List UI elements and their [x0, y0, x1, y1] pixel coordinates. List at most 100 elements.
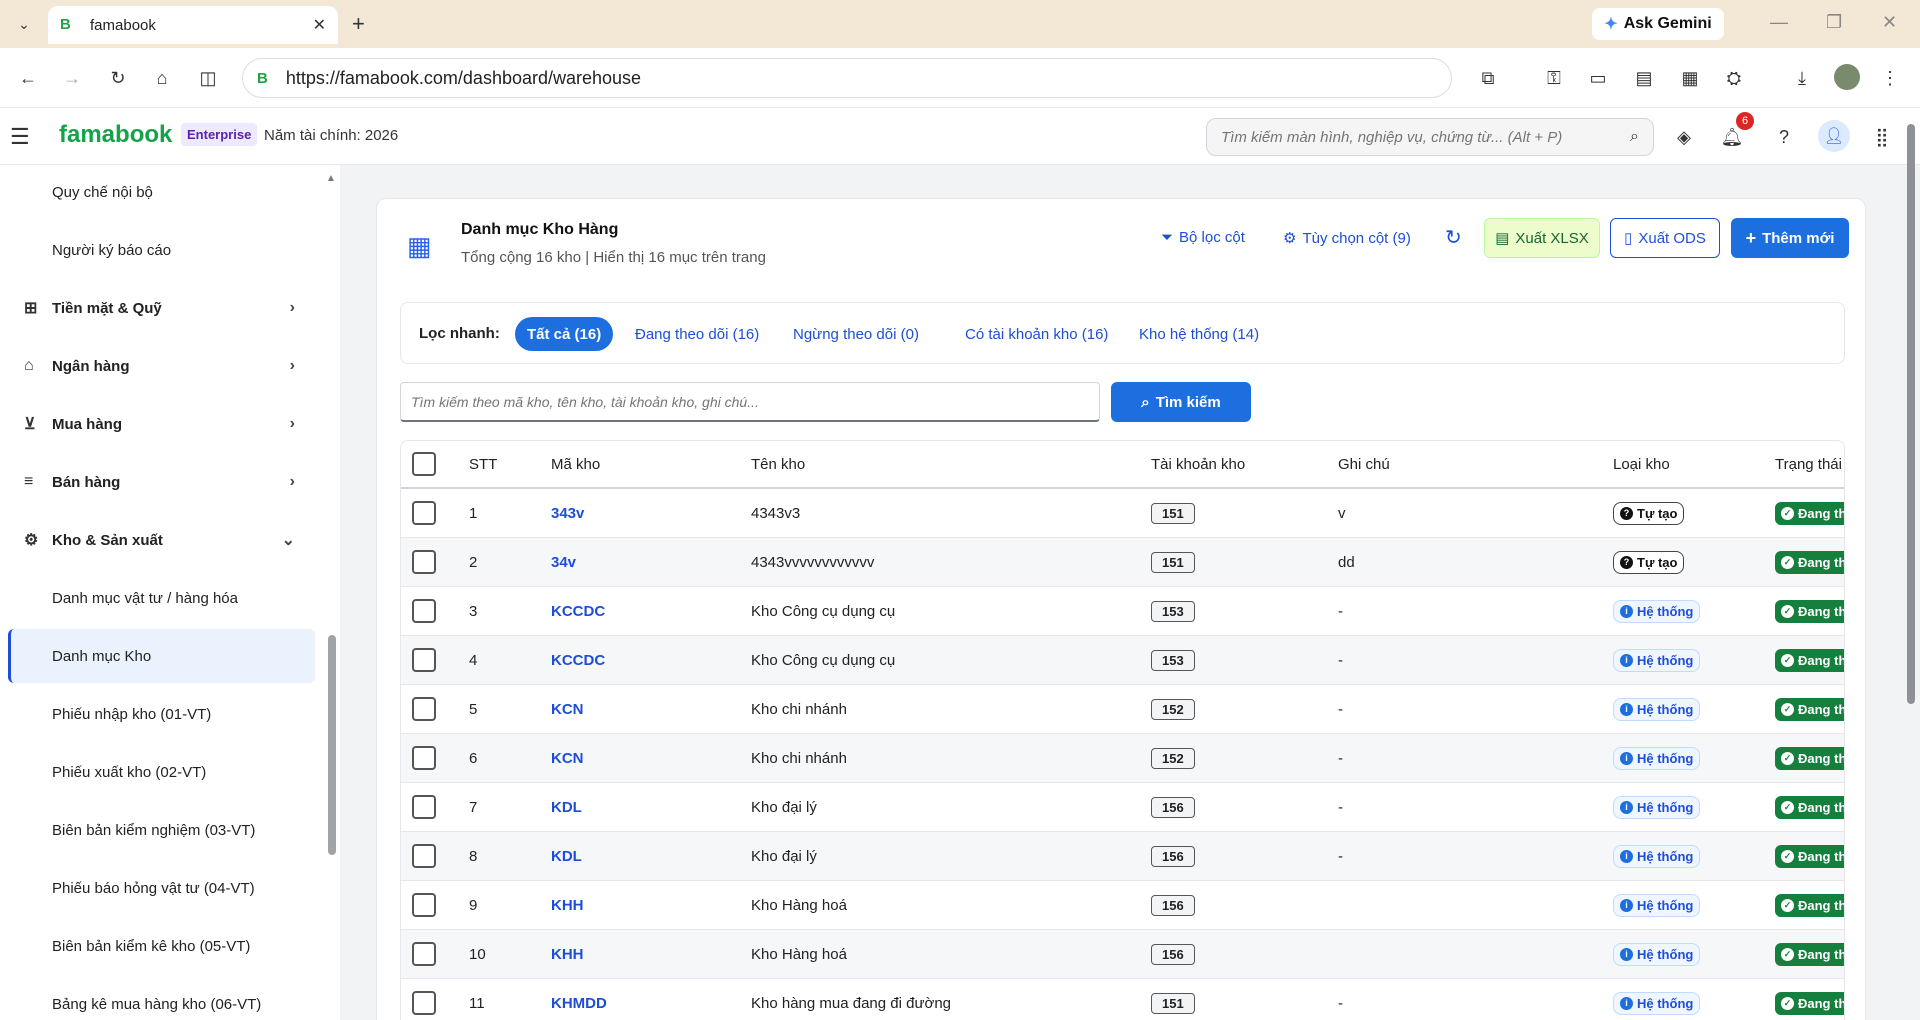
sidebar-item-purchase-list[interactable]: Bảng kê mua hàng kho (06-VT) [8, 977, 315, 1020]
header-account[interactable]: Tài khoản kho [1151, 441, 1245, 487]
cell-code-link[interactable]: KCCDC [551, 587, 605, 635]
search-icon[interactable]: ⌕ [1630, 128, 1639, 146]
table-row[interactable]: 9 KHH Kho Hàng hoá 156 i Hệ thống ✓ Đang t… [401, 881, 1844, 930]
cell-code-link[interactable]: KCCDC [551, 636, 605, 684]
header-stt[interactable]: STT [469, 441, 497, 487]
payment-icon[interactable]: ▭ [1584, 64, 1612, 92]
filter-chip-tracking[interactable]: Đang theo dõi (16) [623, 317, 771, 351]
minimize-icon[interactable]: — [1770, 12, 1788, 33]
table-row[interactable]: 5 KCN Kho chi nhánh 152 - i Hệ thống ✓ Đan… [401, 685, 1844, 734]
maximize-icon[interactable]: ❐ [1826, 12, 1842, 33]
page-scrollbar-thumb[interactable] [1907, 124, 1915, 704]
filter-chip-all[interactable]: Tất cả (16) [515, 317, 614, 351]
close-tab-icon[interactable]: ✕ [313, 15, 326, 35]
apps-grid-icon[interactable]: ⣿ [1870, 125, 1894, 149]
browser-menu-icon[interactable]: ⋮ [1876, 64, 1904, 92]
table-row[interactable]: 2 34v 4343vvvvvvvvvvvv 151 dd ? Tự tạo ✓ Đ… [401, 538, 1844, 587]
sidebar-item-inspection[interactable]: Biên bản kiểm nghiệm (03-VT) [8, 803, 315, 857]
table-row[interactable]: 10 KHH Kho Hàng hoá 156 i Hệ thống ✓ Đang … [401, 930, 1844, 979]
sidebar-scrollbar[interactable] [328, 635, 336, 855]
incognito-icon[interactable]: ⛭ [1720, 64, 1748, 92]
back-icon[interactable]: ← [12, 62, 44, 94]
reload-icon[interactable]: ↻ [102, 62, 134, 94]
download-icon[interactable]: ⤓ [1788, 64, 1816, 92]
row-checkbox[interactable] [412, 501, 436, 525]
export-xlsx-button[interactable]: ▤ Xuất XLSX [1484, 218, 1600, 258]
filter-chip-has-account[interactable]: Có tài khoản kho (16) [953, 317, 1120, 351]
table-row[interactable]: 4 KCCDC Kho Công cụ dụng cụ 153 - i Hệ th… [401, 636, 1844, 685]
sidebar-item-internal-rules[interactable]: Quy chế nội bộ [8, 165, 315, 219]
select-all-checkbox[interactable] [412, 452, 436, 476]
browser-profile-avatar[interactable] [1834, 64, 1860, 90]
row-checkbox[interactable] [412, 697, 436, 721]
page-scrollbar[interactable] [1904, 110, 1918, 1020]
warehouse-search-input[interactable] [400, 382, 1100, 422]
sidebar-item-goods-receipt[interactable]: Phiếu nhập kho (01-VT) [8, 687, 315, 741]
add-new-button[interactable]: + Thêm mới [1731, 218, 1849, 258]
global-search-input[interactable] [1221, 128, 1631, 146]
header-code[interactable]: Mã kho [551, 441, 600, 487]
fiscal-year[interactable]: Năm tài chính: 2026 [264, 127, 398, 144]
sidebar-item-cash[interactable]: ⊞ Tiền mặt & Quỹ › [8, 281, 315, 335]
sidebar-item-damage-report[interactable]: Phiếu báo hỏng vật tư (04-VT) [8, 861, 315, 915]
browser-tab[interactable]: B famabook ✕ [48, 6, 338, 44]
cell-code-link[interactable]: 34v [551, 538, 576, 586]
row-checkbox[interactable] [412, 648, 436, 672]
table-row[interactable]: 7 KDL Kho đại lý 156 - i Hệ thống ✓ Đang t… [401, 783, 1844, 832]
row-checkbox[interactable] [412, 991, 436, 1015]
help-icon[interactable]: ? [1772, 125, 1796, 149]
header-type[interactable]: Loại kho [1613, 441, 1670, 487]
refresh-icon[interactable]: ↻ [1445, 225, 1462, 250]
app-logo[interactable]: famabook [59, 121, 172, 149]
cell-code-link[interactable]: KHH [551, 930, 584, 978]
extensions-icon[interactable]: ⧉ [1474, 64, 1502, 92]
site-info-icon[interactable]: B [257, 70, 268, 87]
table-row[interactable]: 6 KCN Kho chi nhánh 152 - i Hệ thống ✓ Đan… [401, 734, 1844, 783]
filter-chip-system[interactable]: Kho hệ thống (14) [1127, 317, 1271, 351]
column-filter-button[interactable]: ⏷ Bộ lọc cột [1161, 229, 1245, 246]
row-checkbox[interactable] [412, 746, 436, 770]
header-status[interactable]: Trạng thái [1775, 441, 1842, 487]
tab-search-button[interactable]: ⌄ [8, 8, 40, 40]
close-window-icon[interactable]: ✕ [1882, 12, 1897, 33]
row-checkbox[interactable] [412, 550, 436, 574]
column-options-button[interactable]: ⚙ Tùy chọn cột (9) [1283, 229, 1411, 248]
row-checkbox[interactable] [412, 844, 436, 868]
cell-code-link[interactable]: KCN [551, 685, 584, 733]
scroll-up-icon[interactable]: ▲ [326, 173, 336, 184]
forward-icon[interactable]: → [56, 62, 88, 94]
table-row[interactable]: 1 343v 4343v3 151 v ? Tự tạo ✓ Đang th [401, 489, 1844, 538]
sidebar-item-stocktake[interactable]: Biên bản kiểm kê kho (05-VT) [8, 919, 315, 973]
cell-code-link[interactable]: 343v [551, 489, 584, 537]
table-row[interactable]: 11 KHMDD Kho hàng mua đang đi đường 151 … [401, 979, 1844, 1020]
sidebar-item-report-signer[interactable]: Người ký báo cáo [8, 223, 315, 277]
passwords-icon[interactable]: ⚿ [1540, 64, 1568, 92]
cell-code-link[interactable]: KHH [551, 881, 584, 929]
menu-toggle-icon[interactable]: ☰ [10, 124, 30, 150]
filter-chip-stopped[interactable]: Ngừng theo dõi (0) [781, 317, 931, 351]
cell-code-link[interactable]: KHMDD [551, 979, 607, 1020]
row-checkbox[interactable] [412, 599, 436, 623]
location-icon[interactable]: ◈ [1672, 125, 1696, 149]
tab-groups-icon[interactable]: ▦ [1676, 64, 1704, 92]
row-checkbox[interactable] [412, 795, 436, 819]
sidebar-item-goods-issue[interactable]: Phiếu xuất kho (02-VT) [8, 745, 315, 799]
cell-code-link[interactable]: KDL [551, 832, 582, 880]
row-checkbox[interactable] [412, 942, 436, 966]
home-icon[interactable]: ⌂ [146, 62, 178, 94]
table-row[interactable]: 8 KDL Kho đại lý 156 - i Hệ thống ✓ Đang t… [401, 832, 1844, 881]
sidebar-item-bank[interactable]: ⌂ Ngân hàng › [8, 339, 315, 393]
ask-gemini-button[interactable]: ✦ Ask Gemini [1592, 8, 1724, 40]
header-note[interactable]: Ghi chú [1338, 441, 1390, 487]
cell-code-link[interactable]: KDL [551, 783, 582, 831]
sidebar-item-sales[interactable]: ≡ Bán hàng › [8, 455, 315, 509]
sidebar-item-warehouse[interactable]: ⚙ Kho & Sản xuất ⌄ [8, 513, 315, 567]
export-ods-button[interactable]: ▯ Xuất ODS [1610, 218, 1720, 258]
address-bar[interactable]: B https://famabook.com/dashboard/warehou… [242, 58, 1452, 98]
sidebar-item-materials[interactable]: Danh mục vật tư / hàng hóa [8, 571, 315, 625]
global-search[interactable]: ⌕ [1206, 118, 1654, 156]
sidebar-item-purchase[interactable]: ⊻ Mua hàng › [8, 397, 315, 451]
reading-mode-icon[interactable]: ▤ [1630, 64, 1658, 92]
cell-code-link[interactable]: KCN [551, 734, 584, 782]
header-name[interactable]: Tên kho [751, 441, 805, 487]
